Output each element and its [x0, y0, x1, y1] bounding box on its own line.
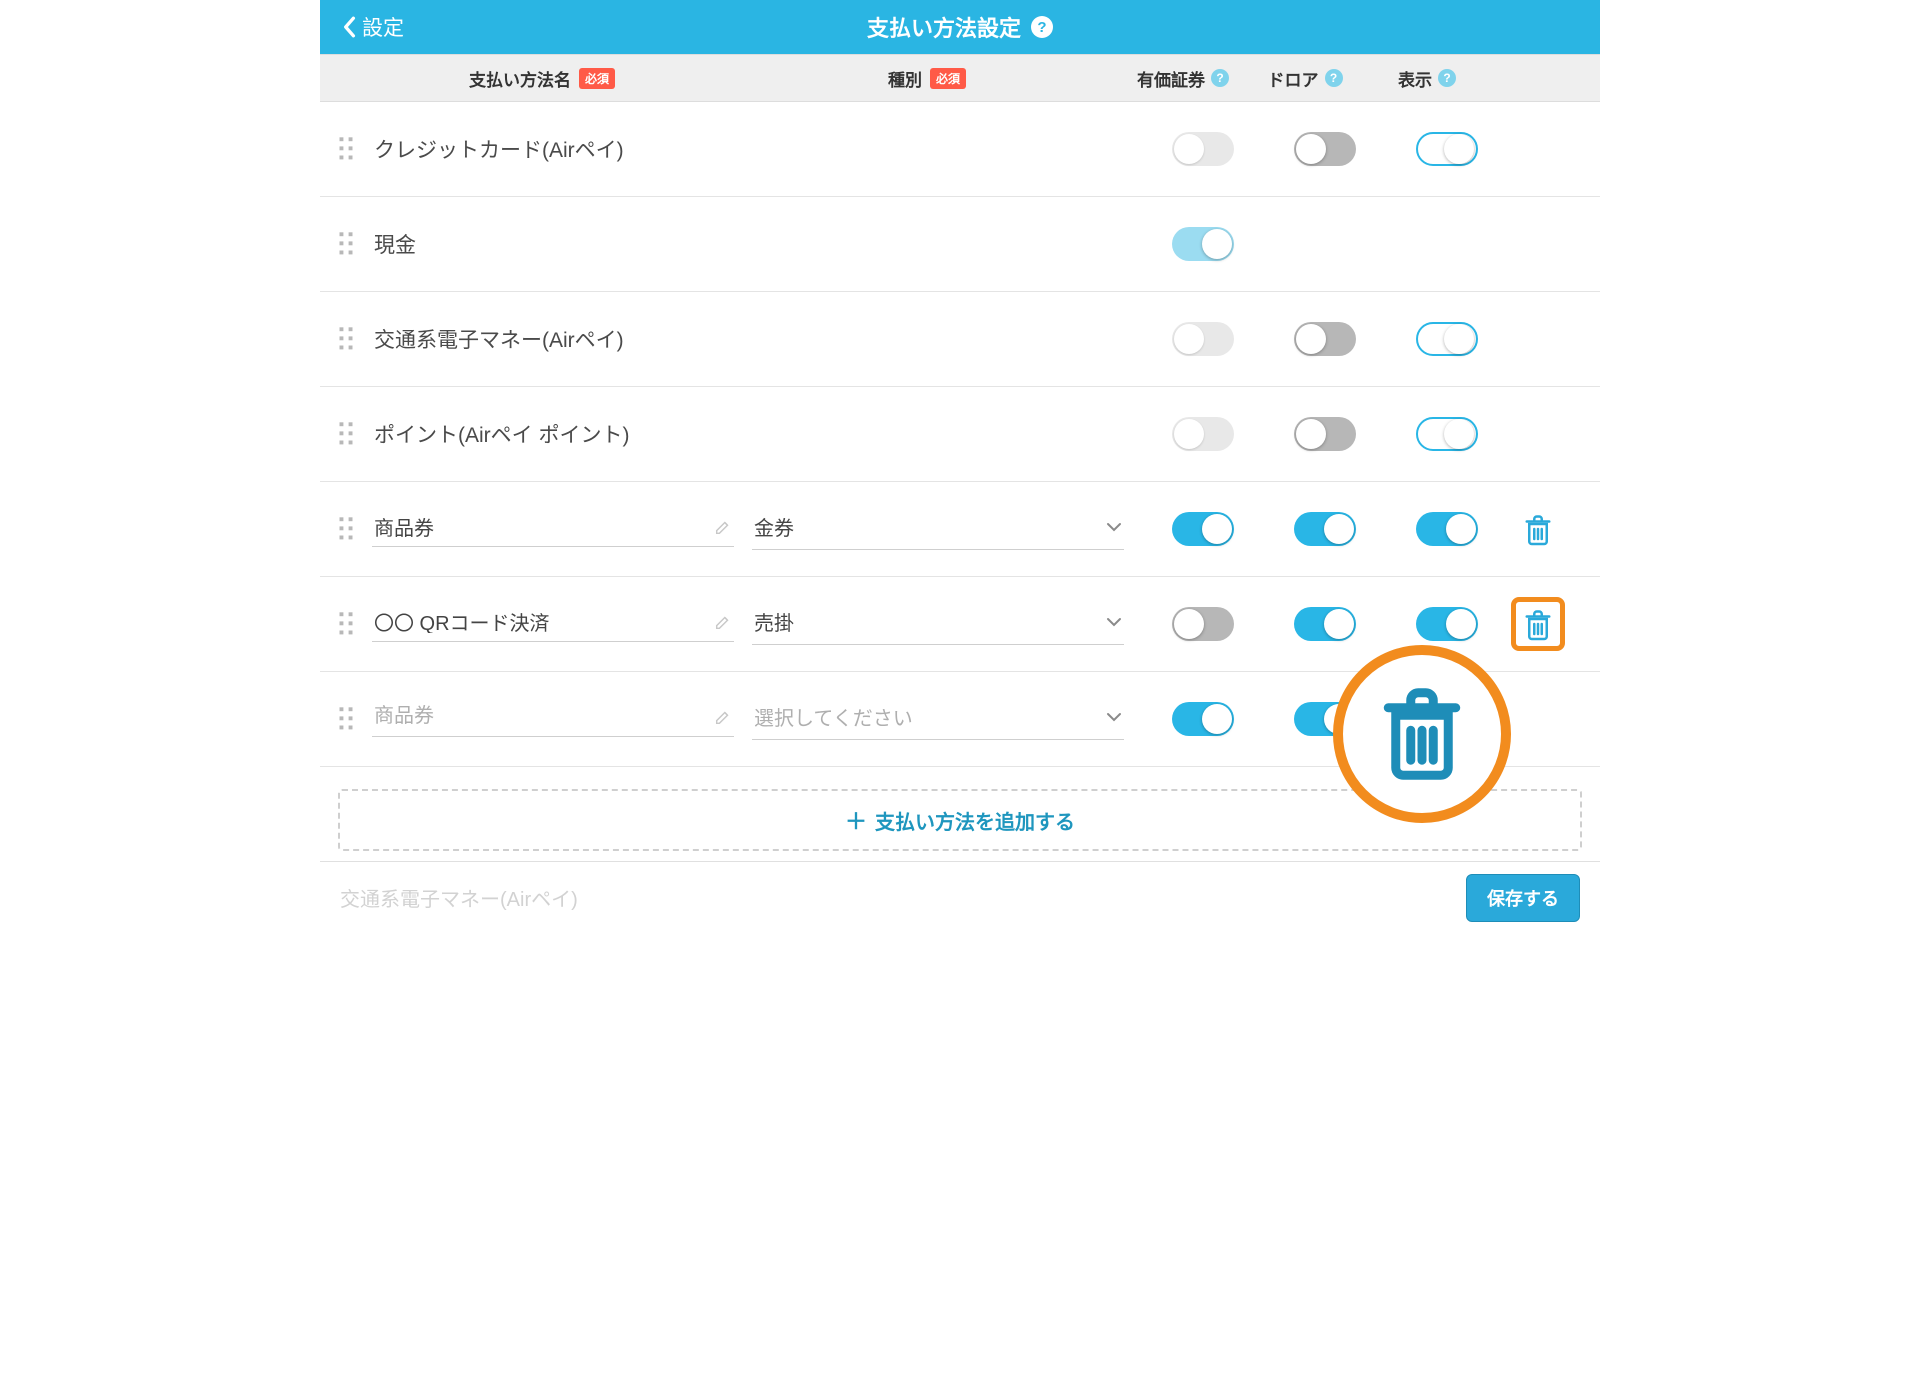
toggle[interactable]: [1172, 512, 1234, 546]
drag-handle[interactable]: [320, 326, 372, 352]
chevron-down-icon: [1106, 522, 1122, 532]
footer-bar: 交通系電子マネー(Airペイ) 保存する: [320, 861, 1600, 933]
plus-icon: ＋: [845, 804, 867, 836]
col-header-securities: 有価証券: [1137, 66, 1205, 91]
payment-method-row: クレジットカード(Airペイ): [320, 102, 1600, 197]
chevron-left-icon: [342, 16, 356, 38]
toggle[interactable]: [1416, 322, 1478, 356]
trash-icon: [1523, 609, 1553, 642]
trash-icon: [1523, 514, 1553, 547]
payment-type-select[interactable]: 選択してください: [752, 698, 1124, 740]
toggle[interactable]: [1416, 132, 1478, 166]
chevron-down-icon: [1106, 617, 1122, 627]
payment-name: クレジットカード(Airペイ): [372, 128, 734, 170]
toggle[interactable]: [1172, 322, 1234, 356]
drag-handle[interactable]: [320, 516, 372, 542]
col-header-drawer: ドロア: [1268, 66, 1319, 91]
chevron-down-icon: [1106, 712, 1122, 722]
toggle[interactable]: [1416, 512, 1478, 546]
toggle[interactable]: [1294, 322, 1356, 356]
toggle[interactable]: [1294, 417, 1356, 451]
pencil-icon: [714, 708, 732, 726]
delete-button[interactable]: [1523, 514, 1553, 544]
payment-method-row: 現金: [320, 197, 1600, 292]
required-badge: 必須: [579, 68, 615, 89]
toggle[interactable]: [1172, 132, 1234, 166]
payment-name-input[interactable]: [372, 606, 734, 642]
required-badge: 必須: [930, 68, 966, 89]
drag-handle[interactable]: [320, 706, 372, 732]
col-header-display: 表示: [1398, 66, 1432, 91]
toggle[interactable]: [1294, 512, 1356, 546]
toggle[interactable]: [1172, 227, 1234, 261]
save-button[interactable]: 保存する: [1466, 874, 1580, 922]
toggle[interactable]: [1416, 607, 1478, 641]
toggle[interactable]: [1172, 417, 1234, 451]
toggle[interactable]: [1294, 132, 1356, 166]
col-header-type: 種別: [888, 66, 922, 91]
payment-name: 現金: [372, 223, 734, 265]
payment-name: 交通系電子マネー(Airペイ): [372, 318, 734, 360]
page-title: 支払い方法設定 ?: [867, 11, 1053, 43]
payment-method-row: 金券: [320, 482, 1600, 577]
payment-type-select[interactable]: 売掛: [752, 603, 1124, 645]
column-header-row: 支払い方法名 必須 種別 必須 有価証券 ? ドロア ? 表示 ?: [320, 54, 1600, 102]
help-icon[interactable]: ?: [1031, 16, 1053, 38]
drag-handle[interactable]: [320, 421, 372, 447]
help-icon[interactable]: ?: [1438, 69, 1456, 87]
payment-method-row: ポイント(Airペイ ポイント): [320, 387, 1600, 482]
payment-name-input[interactable]: [372, 511, 734, 547]
pencil-icon: [714, 518, 732, 536]
pencil-icon: [714, 613, 732, 631]
back-button[interactable]: 設定: [320, 12, 404, 42]
delete-callout: [1333, 645, 1511, 823]
payment-name: ポイント(Airペイ ポイント): [372, 413, 734, 455]
add-label: 支払い方法を追加する: [875, 806, 1075, 835]
toggle[interactable]: [1416, 417, 1478, 451]
toggle[interactable]: [1294, 607, 1356, 641]
toggle[interactable]: [1172, 702, 1234, 736]
trash-icon: [1377, 684, 1467, 784]
payment-type-select[interactable]: 金券: [752, 508, 1124, 550]
col-header-name: 支払い方法名: [469, 66, 571, 91]
drag-handle[interactable]: [320, 611, 372, 637]
back-label: 設定: [362, 12, 404, 42]
drag-handle[interactable]: [320, 136, 372, 162]
footer-ghost-text: 交通系電子マネー(Airペイ): [340, 883, 578, 912]
payment-method-row: 交通系電子マネー(Airペイ): [320, 292, 1600, 387]
toggle[interactable]: [1172, 607, 1234, 641]
help-icon[interactable]: ?: [1211, 69, 1229, 87]
payment-name-input[interactable]: [372, 701, 734, 737]
drag-handle[interactable]: [320, 231, 372, 257]
help-icon[interactable]: ?: [1325, 69, 1343, 87]
delete-button[interactable]: [1523, 609, 1553, 639]
